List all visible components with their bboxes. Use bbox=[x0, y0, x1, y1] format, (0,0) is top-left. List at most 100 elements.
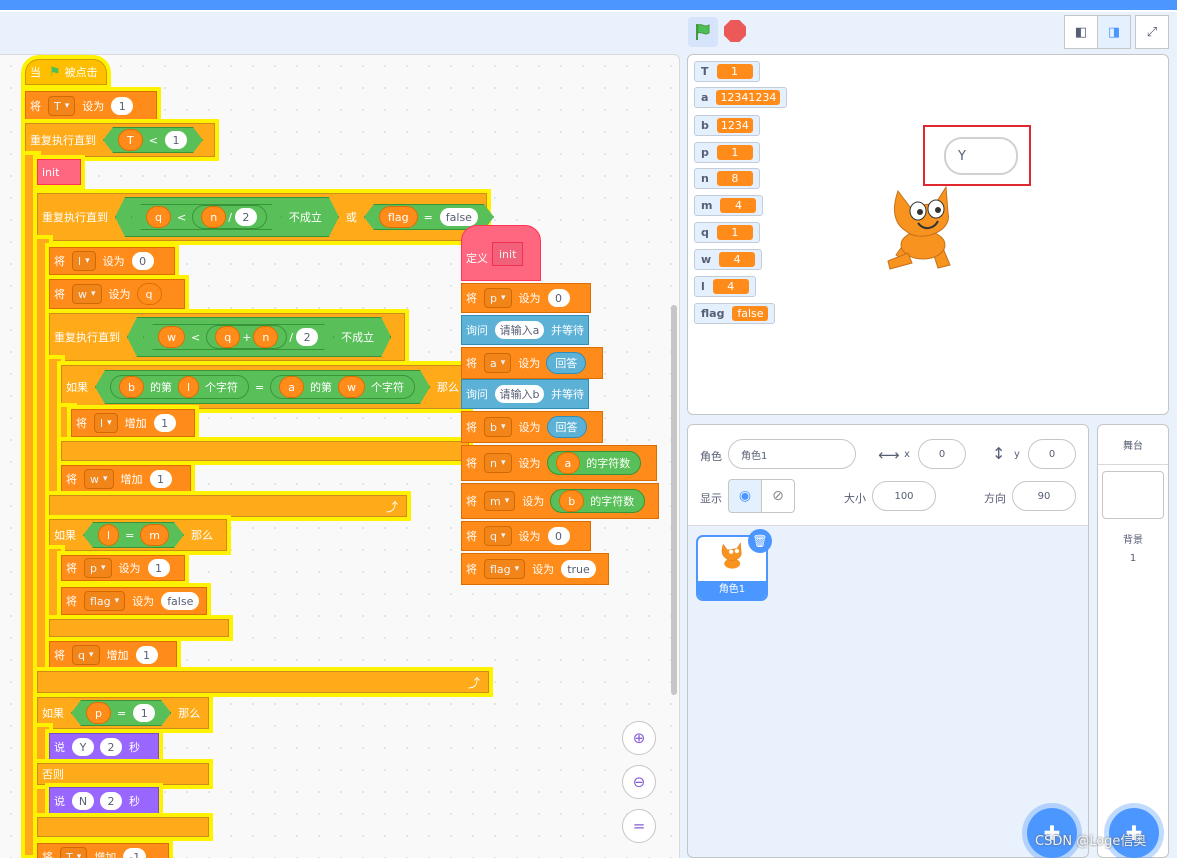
repeat-until-block[interactable]: 重复执行直到 T < 1 bbox=[25, 123, 215, 157]
variable-reporter[interactable]: a bbox=[555, 452, 581, 474]
value-input[interactable]: false bbox=[161, 592, 200, 610]
value-input[interactable]: 1 bbox=[133, 704, 155, 722]
variable-reporter[interactable]: l bbox=[98, 524, 119, 546]
variable-reporter[interactable]: T bbox=[118, 129, 143, 151]
variable-reporter[interactable]: l bbox=[178, 376, 199, 398]
value-input[interactable]: 0 bbox=[547, 527, 570, 545]
variable-monitor[interactable]: m4 bbox=[694, 195, 764, 216]
value-input[interactable]: 2 bbox=[296, 328, 318, 346]
set-b-block[interactable]: 将 b 设为 回答 bbox=[461, 411, 603, 443]
variable-dropdown[interactable]: T bbox=[48, 96, 76, 116]
if-block-2[interactable]: 如果 l = m 那么 bbox=[49, 519, 227, 551]
y-input[interactable]: 0 bbox=[1028, 439, 1076, 469]
set-w-block[interactable]: 将 w 设为 q bbox=[49, 279, 185, 309]
define-init-block[interactable]: 定义 init bbox=[461, 225, 541, 281]
variable-reporter[interactable]: b bbox=[559, 490, 585, 512]
direction-input[interactable]: 90 bbox=[1012, 481, 1076, 511]
variable-dropdown[interactable]: flag bbox=[84, 591, 126, 611]
set-n-block[interactable]: 将 n 设为 a 的字符数 bbox=[461, 445, 657, 481]
value-input[interactable]: 1 bbox=[149, 470, 172, 488]
length-of-reporter[interactable]: a 的字符数 bbox=[546, 451, 642, 475]
answer-reporter[interactable]: 回答 bbox=[546, 416, 587, 438]
equals-operator[interactable]: p = 1 bbox=[71, 700, 171, 726]
show-visible-button[interactable]: ◉ bbox=[728, 479, 762, 513]
variable-reporter[interactable]: w bbox=[158, 326, 185, 348]
variable-monitor[interactable]: b 1234 bbox=[694, 115, 760, 136]
variable-monitor[interactable]: flag false bbox=[694, 303, 776, 324]
size-input[interactable]: 100 bbox=[872, 481, 936, 511]
variable-dropdown[interactable]: w bbox=[84, 469, 114, 489]
variable-dropdown[interactable]: m bbox=[484, 491, 516, 511]
equals-operator[interactable]: l = m bbox=[83, 522, 184, 548]
variable-reporter[interactable]: n bbox=[253, 326, 278, 348]
say-for-secs-block-y[interactable]: 说 Y 2 秒 bbox=[49, 733, 159, 761]
letter-of-reporter[interactable]: a 的第 w 个字符 bbox=[270, 375, 415, 399]
set-p-block[interactable]: 将 p 设为 1 bbox=[61, 555, 185, 581]
set-flag-block[interactable]: 将 flag 设为 false bbox=[61, 587, 207, 615]
stage-target-panel[interactable]: 舞台 背景 1 bbox=[1097, 424, 1169, 858]
x-input[interactable]: 0 bbox=[918, 439, 966, 469]
value-input[interactable]: 1 bbox=[147, 559, 170, 577]
set-q-block[interactable]: 将 q 设为 0 bbox=[461, 521, 591, 551]
zoom-reset-button[interactable]: = bbox=[622, 809, 656, 843]
variable-monitor[interactable]: l4 bbox=[694, 276, 756, 297]
value-input[interactable]: true bbox=[561, 560, 596, 578]
variable-dropdown[interactable]: n bbox=[484, 453, 512, 473]
value-input[interactable]: -1 bbox=[123, 848, 147, 858]
add-operator[interactable]: q + n bbox=[206, 325, 287, 349]
less-than-operator[interactable]: w < q + n / 2 bbox=[143, 324, 334, 350]
variable-reporter[interactable]: q bbox=[146, 206, 171, 228]
repeat-until-block-2[interactable]: 重复执行直到 q < n / 2 不成立 或 flag = false bbox=[37, 193, 487, 241]
variable-dropdown[interactable]: p bbox=[84, 558, 112, 578]
say-for-secs-block-n[interactable]: 说 N 2 秒 bbox=[49, 787, 159, 815]
variable-monitor[interactable]: a 12341234 bbox=[694, 87, 788, 108]
variable-dropdown[interactable]: q bbox=[72, 645, 100, 665]
stop-button[interactable] bbox=[724, 20, 746, 42]
variable-reporter[interactable]: q bbox=[136, 283, 162, 305]
letter-of-reporter[interactable]: b 的第 l 个字符 bbox=[110, 375, 249, 399]
set-l-block[interactable]: 将 l 设为 0 bbox=[49, 247, 175, 275]
delete-sprite-button[interactable]: 🗑 bbox=[748, 529, 772, 553]
show-hidden-button[interactable]: ⊘ bbox=[761, 479, 795, 513]
secs-input[interactable]: 2 bbox=[100, 738, 122, 756]
repeat-until-block-3[interactable]: 重复执行直到 w < q + n / 2 不成立 bbox=[49, 313, 405, 361]
value-input[interactable]: 1 bbox=[165, 131, 187, 149]
large-stage-button[interactable]: ◨ bbox=[1097, 15, 1131, 49]
set-T-block[interactable]: 将 T 设为 1 bbox=[25, 91, 157, 121]
if-else-block[interactable]: 如果 p = 1 那么 bbox=[37, 697, 209, 729]
variable-reporter[interactable]: flag bbox=[379, 206, 418, 228]
fullscreen-button[interactable]: ⤢ bbox=[1135, 15, 1169, 49]
value-input[interactable]: 0 bbox=[131, 252, 154, 270]
variable-monitor[interactable]: n8 bbox=[694, 168, 760, 189]
variable-dropdown[interactable]: T bbox=[60, 847, 88, 858]
change-q-block[interactable]: 将 q 增加 1 bbox=[49, 641, 177, 669]
zoom-in-button[interactable]: ⊕ bbox=[622, 721, 656, 755]
ask-b-block[interactable]: 询问 请输入b 并等待 bbox=[461, 379, 589, 409]
variable-dropdown[interactable]: b bbox=[484, 417, 512, 437]
variable-reporter[interactable]: m bbox=[140, 524, 169, 546]
if-block-1[interactable]: 如果 b 的第 l 个字符 = a 的第 w 个字符 那么 bbox=[61, 365, 469, 409]
value-input[interactable]: 0 bbox=[547, 289, 570, 307]
change-T-block[interactable]: 将 T 增加 -1 bbox=[37, 843, 169, 858]
question-input[interactable]: 请输入a bbox=[495, 321, 544, 339]
value-input[interactable]: 2 bbox=[235, 208, 257, 226]
variable-dropdown[interactable]: l bbox=[72, 251, 96, 271]
less-than-operator[interactable]: T < 1 bbox=[103, 127, 203, 153]
answer-reporter[interactable]: 回答 bbox=[546, 352, 587, 374]
value-input[interactable]: 1 bbox=[135, 646, 158, 664]
define-set-flag-block[interactable]: 将 flag 设为 true bbox=[461, 553, 609, 585]
change-l-block[interactable]: 将 l 增加 1 bbox=[71, 409, 195, 437]
set-a-block[interactable]: 将 a 设为 回答 bbox=[461, 347, 603, 379]
sprite-name-input[interactable]: 角色1 bbox=[728, 439, 856, 469]
value-input[interactable]: false bbox=[440, 208, 478, 226]
define-set-p-block[interactable]: 将 p 设为 0 bbox=[461, 283, 591, 313]
change-w-block[interactable]: 将 w 增加 1 bbox=[61, 465, 191, 493]
zoom-out-button[interactable]: ⊖ bbox=[622, 765, 656, 799]
variable-monitor[interactable]: w4 bbox=[694, 249, 763, 270]
code-scrollbar[interactable] bbox=[671, 305, 677, 695]
variable-monitor[interactable]: q1 bbox=[694, 222, 760, 243]
secs-input[interactable]: 2 bbox=[100, 792, 122, 810]
equals-operator[interactable]: b 的第 l 个字符 = a 的第 w 个字符 bbox=[95, 370, 430, 404]
variable-dropdown[interactable]: flag bbox=[484, 559, 526, 579]
not-operator[interactable]: q < n / 2 不成立 bbox=[115, 197, 339, 237]
